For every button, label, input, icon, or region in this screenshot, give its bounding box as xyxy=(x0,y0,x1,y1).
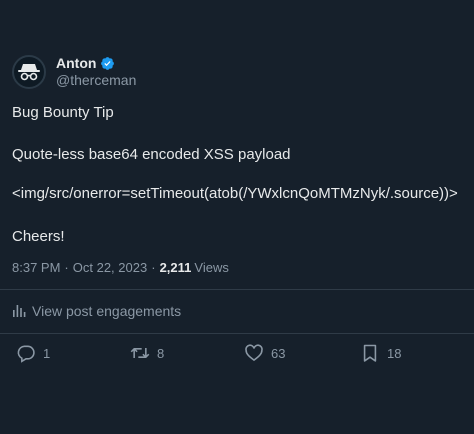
verified-badge-icon xyxy=(101,57,115,70)
incognito-avatar-icon xyxy=(18,64,40,81)
divider xyxy=(0,289,474,290)
action-bar: 1 8 63 18 xyxy=(0,343,474,369)
view-engagements-link[interactable]: View post engagements xyxy=(12,303,181,319)
reply-button[interactable]: 1 xyxy=(16,343,50,363)
analytics-icon xyxy=(13,305,26,317)
repost-button[interactable]: 8 xyxy=(130,343,164,363)
avatar[interactable] xyxy=(12,55,46,89)
bookmark-button[interactable]: 18 xyxy=(360,343,401,363)
like-button[interactable]: 63 xyxy=(244,343,285,363)
bookmark-icon xyxy=(363,344,377,362)
tweet-line-signoff: Cheers! xyxy=(12,228,65,245)
tweet-line-payload: <img/src/onerror=setTimeout(atob(/YWxlcn… xyxy=(12,185,458,202)
tweet-time[interactable]: 8:37 PM xyxy=(12,260,60,275)
tweet-card: Anton @therceman Bug Bounty Tip Quote-le… xyxy=(0,0,474,434)
tweet-meta: 8:37 PM · Oct 22, 2023 · 2,211 Views xyxy=(12,260,229,275)
author-handle[interactable]: @therceman xyxy=(56,72,136,89)
author-name[interactable]: Anton xyxy=(56,55,96,72)
like-count: 63 xyxy=(271,345,286,361)
meta-separator: · xyxy=(64,260,69,275)
tweet-line-description: Quote-less base64 encoded XSS payload xyxy=(12,146,291,163)
views-count: 2,211 xyxy=(159,260,192,275)
repost-icon xyxy=(130,348,150,358)
bookmark-count: 18 xyxy=(387,345,402,361)
tweet-line-title: Bug Bounty Tip xyxy=(12,104,114,121)
repost-count: 8 xyxy=(157,345,165,361)
author-names: Anton @therceman xyxy=(56,55,136,89)
author-name-row[interactable]: Anton xyxy=(56,55,136,72)
like-icon xyxy=(245,344,263,362)
views-label: Views xyxy=(194,260,229,275)
reply-icon xyxy=(17,345,35,363)
reply-count: 1 xyxy=(43,345,51,361)
tweet-header: Anton @therceman xyxy=(12,52,136,92)
meta-separator: · xyxy=(151,260,156,275)
divider xyxy=(0,333,474,334)
tweet-date[interactable]: Oct 22, 2023 xyxy=(73,260,147,275)
view-engagements-label[interactable]: View post engagements xyxy=(32,303,181,319)
